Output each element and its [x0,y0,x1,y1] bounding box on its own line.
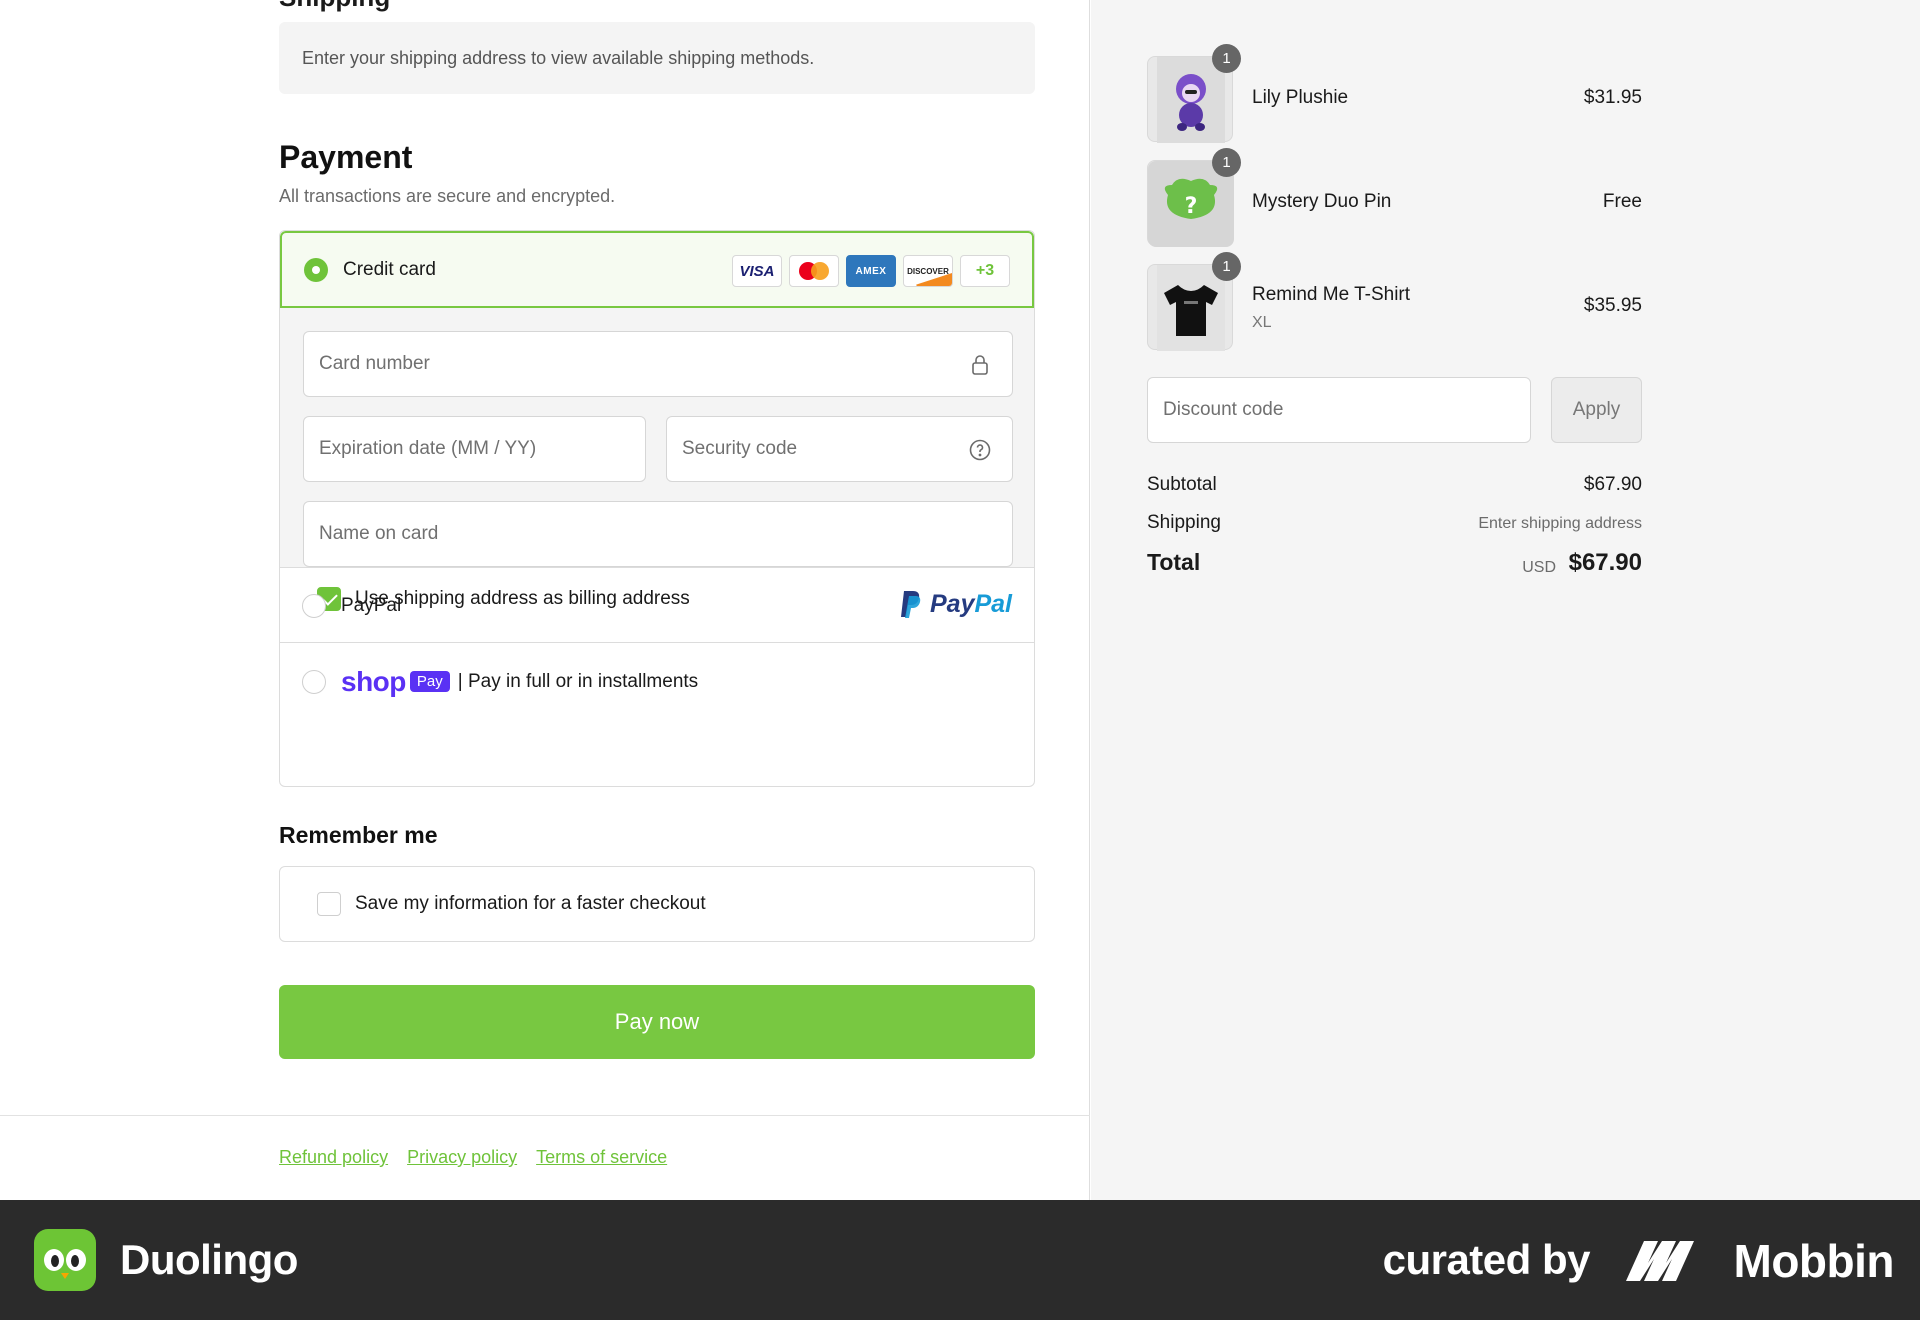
cart-item: ? 1 Mystery Duo Pin Free [1147,148,1642,247]
shipping-heading: Shipping [279,0,390,13]
product-image-tshirt: 1 [1147,252,1241,351]
lock-icon [972,355,988,375]
duolingo-logo-icon [34,1229,96,1291]
terms-of-service-link[interactable]: Terms of service [536,1147,667,1168]
product-image-mystery-pin: ? 1 [1147,148,1241,247]
payment-methods: Credit card VISA AMEX DISCOVER +3 Card n… [279,230,1035,787]
mobbin-logo-icon [1626,1241,1694,1281]
quantity-badge: 1 [1212,252,1241,281]
footer-divider [0,1115,1090,1116]
curator-name: Mobbin [1733,1235,1895,1287]
item-price: Free [1602,191,1642,212]
paypal-label: PayPal [341,594,402,616]
paypal-radio[interactable] [302,593,326,618]
shop-pay-radio[interactable] [302,669,326,694]
shipping-info-text: Enter your shipping address to view avai… [302,47,815,68]
quantity-badge: 1 [1212,148,1241,177]
shipping-value: Enter shipping address [1478,515,1642,532]
payment-option-paypal[interactable]: PayPal Pay Pal [280,569,1034,643]
credit-card-label: Credit card [343,258,436,280]
shop-pay-logo-word: shop [341,665,406,697]
curated-by-text: curated by [1382,1236,1591,1283]
name-on-card-input[interactable]: Name on card [303,501,1013,567]
expiration-date-input[interactable]: Expiration date (MM / YY) [303,416,646,482]
refund-policy-link[interactable]: Refund policy [279,1147,388,1168]
paypal-logo: Pay Pal [900,589,1012,619]
pay-now-button[interactable]: Pay now [279,985,1035,1059]
payment-option-credit-card[interactable]: Credit card VISA AMEX DISCOVER +3 [280,231,1034,308]
mastercard-icon [789,255,839,287]
item-name: Mystery Duo Pin [1252,191,1392,212]
order-summary: 1 Lily Plushie $31.95 ? 1 Mystery Duo Pi… [1091,0,1920,1200]
payment-option-shop-pay[interactable]: shop Pay | Pay in full or in installment… [280,644,1034,719]
shipping-info-box: Enter your shipping address to view avai… [279,22,1035,94]
payment-title: Payment [279,139,413,175]
security-code-input[interactable]: Security code [666,416,1013,482]
total-value: $67.90 [1568,549,1642,576]
paypal-icon [900,591,921,618]
item-price: $35.95 [1583,295,1642,316]
shop-pay-logo-badge: Pay [409,671,450,692]
privacy-policy-link[interactable]: Privacy policy [407,1147,517,1168]
item-name: Lily Plushie [1252,87,1349,108]
credit-card-radio[interactable] [304,257,328,282]
total-label: Total [1147,549,1201,575]
card-brands: VISA AMEX DISCOVER +3 [732,255,1010,287]
expiration-placeholder: Expiration date (MM / YY) [319,438,537,459]
policy-links: Refund policy Privacy policy Terms of se… [279,1147,667,1168]
paypal-logo-pal: Pal [974,589,1012,618]
checkout-main: Shipping Enter your shipping address to … [0,0,1090,1200]
name-on-card-placeholder: Name on card [319,523,439,544]
product-image-lily-plushie: 1 [1147,44,1241,143]
subtotal-label: Subtotal [1147,474,1217,495]
credit-card-form: Card number Expiration date (MM / YY) Se… [280,308,1034,611]
svg-text:?: ? [1185,194,1198,219]
payment-subtitle: All transactions are secure and encrypte… [279,186,616,206]
security-code-placeholder: Security code [682,438,798,459]
amex-icon: AMEX [846,255,896,287]
item-name: Remind Me T-Shirt [1252,284,1411,305]
apply-discount-button[interactable]: Apply [1551,377,1642,443]
cart-item: 1 Lily Plushie $31.95 [1147,44,1642,143]
cart-item: 1 Remind Me T-Shirt XL $35.95 [1147,252,1642,351]
subtotal-value: $67.90 [1583,474,1642,495]
remember-me-label: Save my information for a faster checkou… [355,893,706,914]
visa-icon: VISA [732,255,782,287]
remember-me-checkbox[interactable] [317,892,341,916]
quantity-badge: 1 [1212,44,1241,73]
discount-code-input[interactable]: Discount code [1147,377,1531,443]
more-cards-badge[interactable]: +3 [960,255,1010,287]
discount-code-placeholder: Discount code [1163,399,1284,420]
remember-me-title: Remember me [279,822,438,848]
item-variant: XL [1252,314,1272,331]
attribution-bar: Duolingo curated by Mobbin [0,1200,1920,1320]
paypal-logo-pay: Pay [929,589,975,618]
item-price: $31.95 [1583,87,1642,108]
shipping-label: Shipping [1147,512,1221,533]
card-number-placeholder: Card number [319,353,430,374]
help-circle-icon[interactable] [968,438,992,462]
discover-icon: DISCOVER [903,255,953,287]
remember-me-option[interactable]: Save my information for a faster checkou… [279,866,1035,942]
app-name: Duolingo [120,1236,298,1283]
total-currency: USD [1522,559,1556,576]
shop-pay-label: | Pay in full or in installments [457,670,699,692]
card-number-input[interactable]: Card number [303,331,1013,397]
